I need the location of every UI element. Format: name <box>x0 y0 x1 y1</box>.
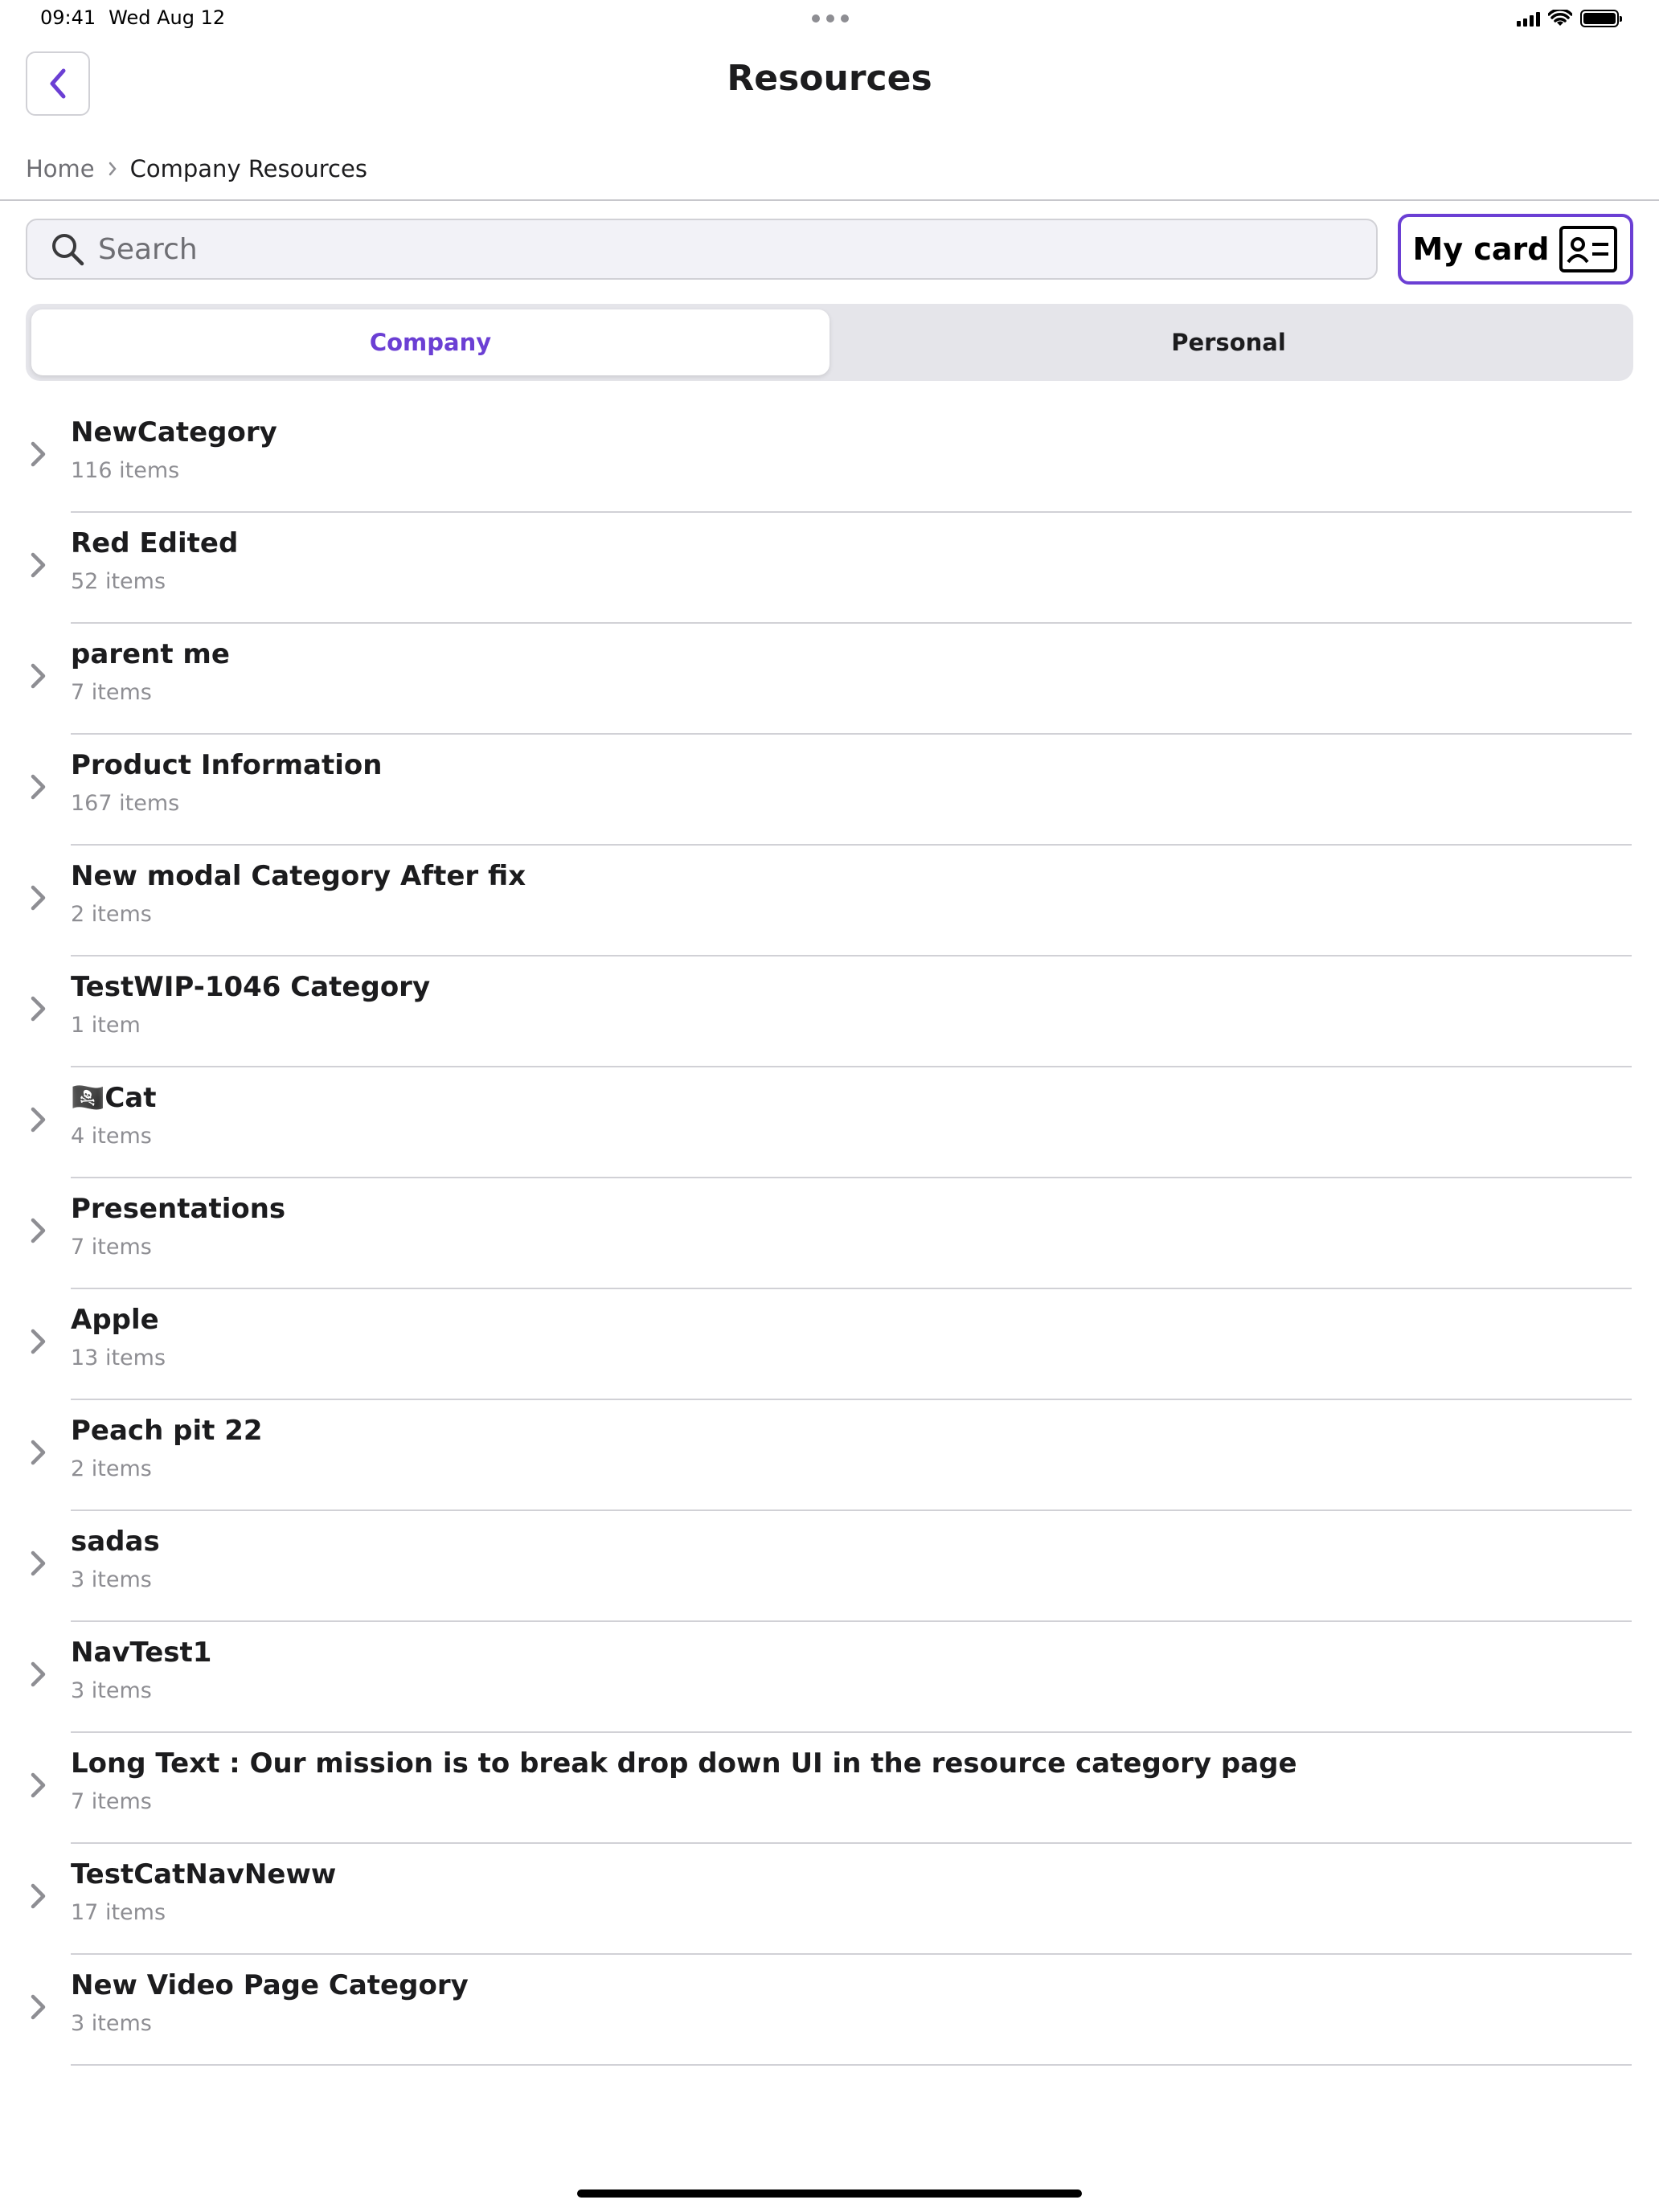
category-item-count: 13 items <box>71 1346 166 1370</box>
category-item-count: 3 items <box>71 1567 152 1592</box>
status-clock: 09:41 Wed Aug 12 <box>40 6 225 29</box>
wifi-icon <box>1548 10 1572 26</box>
status-date: Wed Aug 12 <box>109 6 226 29</box>
category-title: 🏴‍☠️Cat <box>71 1082 157 1114</box>
search-bar[interactable] <box>26 219 1378 280</box>
category-title: Red Edited <box>71 527 239 559</box>
chevron-right-icon <box>31 885 46 911</box>
category-title: Peach pit 22 <box>71 1415 263 1447</box>
category-item-count: 2 items <box>71 1456 152 1481</box>
category-item-count: 52 items <box>71 569 166 594</box>
status-indicators <box>1517 10 1622 27</box>
category-list-item[interactable]: TestWIP-1046 Category 1 item <box>0 956 1659 1067</box>
segmented-control: Company Personal <box>26 304 1633 381</box>
category-item-count: 167 items <box>71 791 180 816</box>
category-item-count: 116 items <box>71 458 180 483</box>
category-list-item[interactable]: Peach pit 22 2 items <box>0 1400 1659 1511</box>
chevron-right-icon <box>31 1772 46 1798</box>
chevron-right-icon <box>31 1883 46 1909</box>
category-title: Presentations <box>71 1193 286 1225</box>
category-title: sadas <box>71 1526 160 1558</box>
chevron-right-icon <box>31 1440 46 1465</box>
category-title: TestCatNavNeww <box>71 1858 337 1890</box>
category-title: parent me <box>71 638 230 670</box>
category-item-count: 7 items <box>71 1235 152 1260</box>
category-item-count: 7 items <box>71 680 152 705</box>
category-list-item[interactable]: Red Edited 52 items <box>0 513 1659 624</box>
category-title: Product Information <box>71 749 383 781</box>
chevron-right-icon <box>31 1550 46 1576</box>
category-item-count: 17 items <box>71 1900 166 1925</box>
tab-company[interactable]: Company <box>31 309 830 375</box>
contact-card-icon <box>1559 226 1618 272</box>
category-item-count: 3 items <box>71 2011 152 2036</box>
status-time: 09:41 <box>40 6 96 29</box>
category-list-item[interactable]: NewCategory 116 items <box>0 402 1659 513</box>
category-list-item[interactable]: New modal Category After fix 2 items <box>0 846 1659 956</box>
breadcrumb-chevron-icon <box>108 161 117 177</box>
category-item-count: 4 items <box>71 1124 152 1149</box>
category-item-count: 2 items <box>71 902 152 927</box>
category-title: New Video Page Category <box>71 1969 469 2001</box>
category-list-item[interactable]: sadas 3 items <box>0 1511 1659 1622</box>
category-title: New modal Category After fix <box>71 860 526 892</box>
category-list-item[interactable]: Presentations 7 items <box>0 1178 1659 1289</box>
chevron-right-icon <box>31 774 46 800</box>
category-list-item[interactable]: New Video Page Category 3 items <box>0 1955 1659 2066</box>
breadcrumb-home-link[interactable]: Home <box>26 155 95 182</box>
category-list-item[interactable]: Product Information 167 items <box>0 735 1659 846</box>
category-title: Long Text : Our mission is to break drop… <box>71 1747 1297 1780</box>
tab-personal[interactable]: Personal <box>830 309 1628 375</box>
category-item-count: 3 items <box>71 1678 152 1703</box>
breadcrumb-current: Company Resources <box>129 155 367 182</box>
category-title: Apple <box>71 1304 159 1336</box>
chevron-right-icon <box>31 552 46 578</box>
home-indicator[interactable] <box>577 2189 1082 2198</box>
chevron-right-icon <box>31 1107 46 1133</box>
cellular-signal-icon <box>1517 10 1540 27</box>
battery-icon <box>1580 10 1622 27</box>
chevron-right-icon <box>31 1218 46 1243</box>
category-title: NewCategory <box>71 416 277 449</box>
category-list-item[interactable]: 🏴‍☠️Cat 4 items <box>0 1067 1659 1178</box>
my-card-button[interactable]: My card <box>1398 214 1633 285</box>
chevron-right-icon <box>31 1661 46 1687</box>
chevron-right-icon <box>31 1329 46 1354</box>
category-list: NewCategory 116 items Red Edited 52 items pa… <box>0 402 1659 2066</box>
my-card-label: My card <box>1412 231 1550 267</box>
category-list-item[interactable]: parent me 7 items <box>0 624 1659 735</box>
page-title: Resources <box>727 58 932 99</box>
multitasking-dots-icon[interactable] <box>812 14 849 23</box>
row-divider <box>71 2064 1632 2066</box>
breadcrumb: Home Company Resources <box>26 153 367 185</box>
category-list-item[interactable]: TestCatNavNeww 17 items <box>0 1844 1659 1955</box>
chevron-right-icon <box>31 1994 46 2020</box>
chevron-right-icon <box>31 663 46 689</box>
category-list-item[interactable]: Apple 13 items <box>0 1289 1659 1400</box>
header-divider <box>0 199 1659 201</box>
category-item-count: 7 items <box>71 1789 152 1814</box>
resources-screen: 09:41 Wed Aug 12 Resources Home Company … <box>0 0 1659 2212</box>
status-bar: 09:41 Wed Aug 12 <box>0 0 1659 39</box>
search-icon <box>52 234 84 266</box>
category-title: NavTest1 <box>71 1636 212 1669</box>
category-title: TestWIP-1046 Category <box>71 971 431 1003</box>
category-list-item[interactable]: NavTest1 3 items <box>0 1622 1659 1733</box>
search-input[interactable] <box>98 232 1304 266</box>
category-item-count: 1 item <box>71 1013 141 1038</box>
category-list-item[interactable]: Long Text : Our mission is to break drop… <box>0 1733 1659 1844</box>
chevron-right-icon <box>31 996 46 1022</box>
chevron-right-icon <box>31 441 46 467</box>
